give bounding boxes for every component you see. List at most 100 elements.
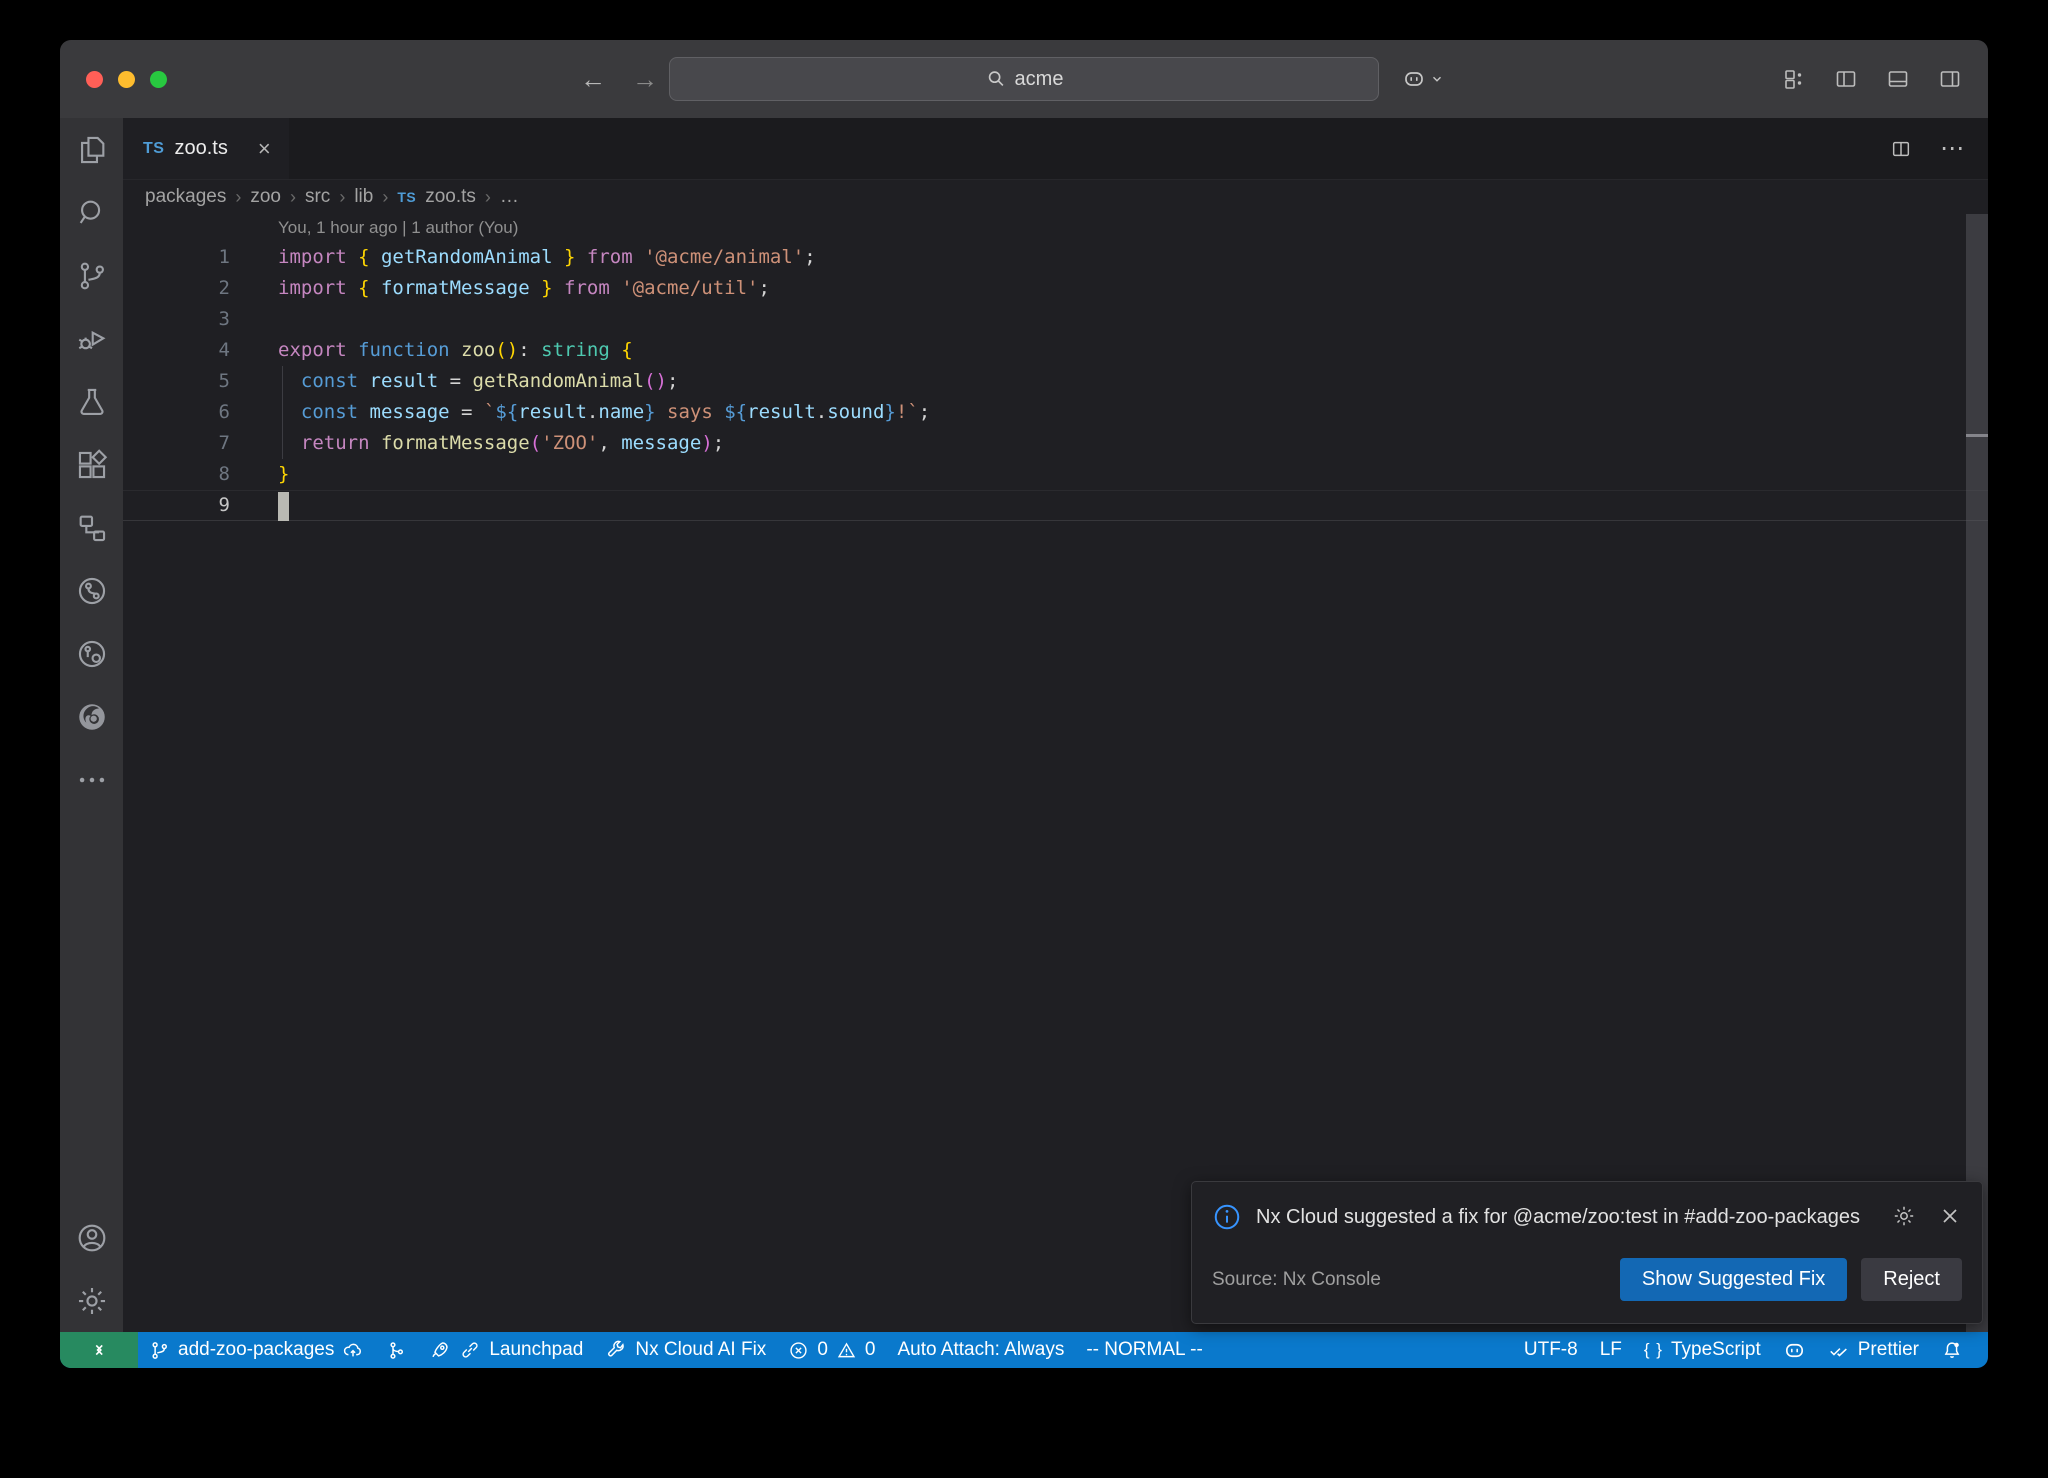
overview-ruler-cursor-mark (1966, 434, 1988, 437)
panel-left-icon[interactable] (1834, 67, 1858, 91)
notification-message: Nx Cloud suggested a fix for @acme/zoo:t… (1256, 1202, 1878, 1232)
editor-scrollbar[interactable] (1966, 214, 1988, 1332)
sidebar-item-explorer[interactable] (60, 118, 123, 181)
line-number: 7 (123, 428, 278, 459)
line-content: const result = getRandomAnimal(); (278, 366, 678, 397)
code-line[interactable]: 1import { getRandomAnimal } from '@acme/… (123, 242, 1988, 273)
warning-triangle-icon (836, 1340, 857, 1361)
braces-icon: { } (1644, 1340, 1663, 1360)
encoding-status[interactable]: UTF-8 (1513, 1339, 1589, 1361)
sidebar-item-run-debug[interactable] (60, 307, 123, 370)
breadcrumb-item[interactable]: packages (145, 186, 226, 208)
line-number: 3 (123, 304, 278, 335)
panel-right-icon[interactable] (1938, 67, 1962, 91)
reject-button[interactable]: Reject (1861, 1258, 1962, 1301)
vim-mode-label: -- NORMAL -- (1086, 1339, 1202, 1361)
info-icon (1212, 1202, 1242, 1232)
forward-arrow-icon[interactable]: → (632, 66, 658, 92)
git-branch-icon (149, 1340, 170, 1361)
code-line[interactable]: 8} (123, 459, 1988, 490)
code-line[interactable]: 4export function zoo(): string { (123, 335, 1988, 366)
vim-mode-status[interactable]: -- NORMAL -- (1075, 1332, 1213, 1368)
minimize-window-button[interactable] (118, 71, 135, 88)
auto-attach-status[interactable]: Auto Attach: Always (886, 1332, 1075, 1368)
sidebar-item-edge-devtools[interactable] (60, 685, 123, 748)
sidebar-item-gitlens[interactable] (60, 559, 123, 622)
zoom-window-button[interactable] (150, 71, 167, 88)
edge-devtools-icon (75, 700, 109, 734)
vscode-window: ← → acme (60, 40, 1988, 1368)
sidebar-item-extensions[interactable] (60, 433, 123, 496)
search-value: acme (1015, 68, 1064, 91)
breadcrumb-symbol-more[interactable]: … (500, 186, 519, 208)
sidebar-item-hierarchy[interactable] (60, 496, 123, 559)
breadcrumb-item[interactable]: lib (354, 186, 373, 208)
notification-source: Source: Nx Console (1212, 1269, 1381, 1291)
run-debug-icon (75, 322, 109, 356)
testing-icon (75, 385, 109, 419)
gitlens-blame-codelens[interactable]: You, 1 hour ago | 1 author (You) (123, 214, 1988, 242)
back-arrow-icon[interactable]: ← (580, 66, 606, 92)
editor-more-actions-icon[interactable]: ⋯ (1940, 134, 1964, 163)
chevron-down-icon (1430, 72, 1444, 86)
notification-settings-gear-icon[interactable] (1892, 1204, 1916, 1228)
git-graph-status[interactable] (375, 1332, 418, 1368)
git-graph-icon (386, 1340, 407, 1361)
code-line[interactable]: 5 const result = getRandomAnimal(); (123, 366, 1988, 397)
problems-status[interactable]: 0 0 (777, 1332, 886, 1368)
error-count: 0 (817, 1339, 828, 1361)
nx-cloud-ai-fix-status[interactable]: Nx Cloud AI Fix (594, 1332, 777, 1368)
gitlens-inspect-icon (75, 637, 109, 671)
warning-count: 0 (865, 1339, 876, 1361)
sidebar-item-testing[interactable] (60, 370, 123, 433)
line-number: 4 (123, 335, 278, 366)
breadcrumb-item[interactable]: zoo (250, 186, 281, 208)
split-editor-icon[interactable] (1890, 138, 1912, 160)
copilot-menu-button[interactable] (1402, 67, 1444, 91)
indent-guide (282, 366, 283, 397)
code-line[interactable]: 6 const message = `${result.name} says $… (123, 397, 1988, 428)
sidebar-item-search[interactable] (60, 181, 123, 244)
command-center-search[interactable]: acme (669, 57, 1379, 101)
language-status[interactable]: { } TypeScript (1633, 1339, 1772, 1361)
code-line[interactable]: 7 return formatMessage('ZOO', message); (123, 428, 1988, 459)
line-content: import { getRandomAnimal } from '@acme/a… (278, 242, 816, 273)
close-tab-icon[interactable]: × (258, 136, 271, 162)
sidebar-item-gitlens-inspect[interactable] (60, 622, 123, 685)
show-suggested-fix-button[interactable]: Show Suggested Fix (1620, 1258, 1847, 1301)
code-line[interactable]: 9 (123, 490, 1988, 521)
remote-indicator-button[interactable] (60, 1332, 138, 1368)
eol-label: LF (1600, 1339, 1622, 1361)
typescript-file-icon: TS (143, 140, 164, 158)
breadcrumb-separator: › (290, 187, 296, 208)
editor-pane[interactable]: You, 1 hour ago | 1 author (You) 1import… (123, 214, 1988, 1332)
settings-button[interactable] (60, 1269, 123, 1332)
code-line[interactable]: 2import { formatMessage } from '@acme/ut… (123, 273, 1988, 304)
panel-bottom-icon[interactable] (1886, 67, 1910, 91)
extensions-icon (75, 448, 109, 482)
tab-zoo-ts[interactable]: TS zoo.ts × (123, 118, 289, 179)
line-content: } (278, 459, 289, 490)
line-content: return formatMessage('ZOO', message); (278, 428, 724, 459)
eol-status[interactable]: LF (1589, 1339, 1633, 1361)
close-icon[interactable] (1938, 1204, 1962, 1228)
rocket-icon (429, 1339, 451, 1361)
notifications-bell-button[interactable] (1930, 1339, 1974, 1361)
more-views-button[interactable] (60, 748, 123, 811)
nx-cloud-ai-fix-label: Nx Cloud AI Fix (635, 1339, 766, 1361)
copilot-status[interactable] (1772, 1339, 1817, 1362)
activity-bar (60, 118, 123, 1332)
launchpad-status[interactable]: Launchpad (418, 1332, 594, 1368)
sidebar-item-source-control[interactable] (60, 244, 123, 307)
git-branch-status[interactable]: add-zoo-packages (138, 1332, 375, 1368)
remote-icon (88, 1339, 110, 1361)
close-window-button[interactable] (86, 71, 103, 88)
line-number: 8 (123, 459, 278, 490)
breadcrumb-item[interactable]: src (305, 186, 330, 208)
customize-layout-icon[interactable] (1782, 67, 1806, 91)
accounts-button[interactable] (60, 1206, 123, 1269)
code-line[interactable]: 3 (123, 304, 1988, 335)
breadcrumb-file[interactable]: zoo.ts (425, 186, 476, 208)
prettier-status[interactable]: Prettier (1817, 1339, 1930, 1361)
traffic-lights (60, 71, 167, 88)
